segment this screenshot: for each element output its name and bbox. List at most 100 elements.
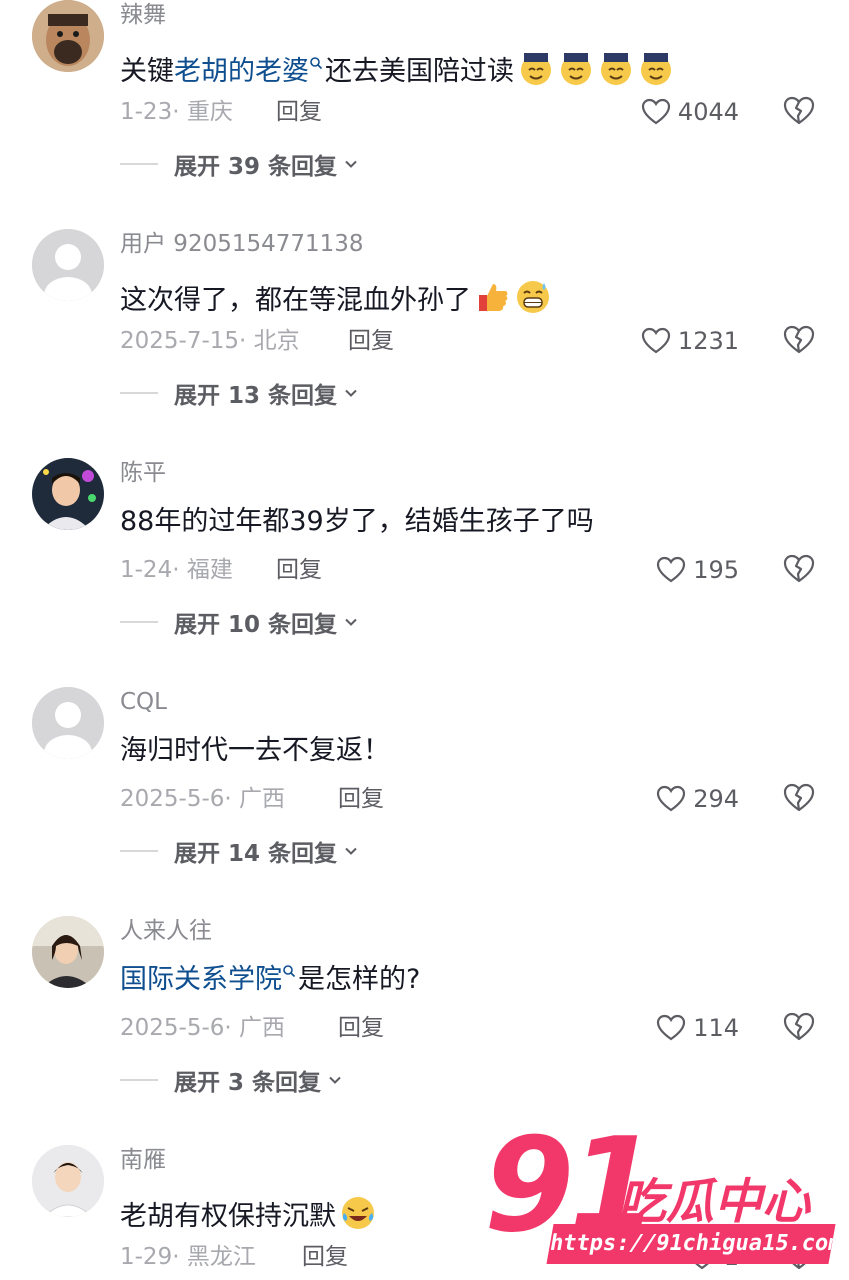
- username[interactable]: CQL: [120, 687, 167, 717]
- comment-text-prefix: 关键: [120, 56, 174, 87]
- expand-replies-button[interactable]: 展开 10 条回复: [120, 606, 359, 638]
- expand-replies-button[interactable]: 展开 13 条回复: [120, 377, 359, 409]
- reply-button[interactable]: 回复: [302, 1241, 348, 1273]
- student-face-emoji: [518, 50, 554, 86]
- avatar[interactable]: [32, 0, 104, 72]
- chevron-down-icon: [345, 389, 357, 397]
- avatar[interactable]: [32, 1145, 104, 1217]
- like-button[interactable]: 294: [655, 781, 739, 817]
- comment-text: 海归时代一去不复返！: [120, 731, 390, 771]
- divider-dash: [120, 392, 158, 394]
- comment-meta: 1-29· 黑龙江: [120, 1241, 256, 1273]
- comment-location: 北京: [253, 328, 300, 354]
- divider-dash: [120, 163, 158, 165]
- dislike-button[interactable]: [782, 781, 818, 817]
- comment-location: 广西: [239, 1015, 286, 1041]
- divider-dash: [120, 621, 158, 623]
- username[interactable]: 陈平: [120, 458, 166, 488]
- chevron-down-icon: [329, 1076, 341, 1084]
- student-face-emoji: [638, 50, 674, 86]
- expand-replies-label: 展开 39 条回复: [174, 154, 338, 180]
- comment-location: 黑龙江: [186, 1244, 256, 1270]
- broken-heart-icon: [783, 96, 815, 125]
- watermark-text: 吃瓜中心: [618, 1174, 811, 1230]
- comment-location: 重庆: [186, 99, 233, 125]
- heart-icon: [657, 556, 686, 583]
- reply-button[interactable]: 回复: [348, 325, 394, 357]
- dislike-button[interactable]: [782, 552, 818, 588]
- avatar[interactable]: [32, 916, 104, 988]
- comment-date: 1-23: [120, 99, 173, 125]
- comment-text: 关键老胡的老婆 还去美国陪过读: [120, 44, 674, 92]
- comment-text-prefix: 这次得了，都在等混血外孙了: [120, 285, 471, 316]
- meta-separator: ·: [224, 1015, 240, 1041]
- thumbs-up-emoji: [475, 279, 511, 315]
- meta-separator: ·: [172, 557, 187, 583]
- comment-text: 老胡有权保持沉默: [120, 1189, 376, 1237]
- comment-text-prefix: 老胡有权保持沉默: [120, 1201, 336, 1232]
- reply-button[interactable]: 回复: [338, 1012, 384, 1044]
- avatar[interactable]: [32, 687, 104, 759]
- dislike-button[interactable]: [782, 94, 818, 130]
- student-face-emoji: [598, 50, 634, 86]
- like-button[interactable]: 1231: [640, 323, 739, 359]
- username[interactable]: 辣舞: [120, 0, 166, 30]
- expand-replies-button[interactable]: 展开 14 条回复: [120, 835, 359, 867]
- broken-heart-icon: [783, 1012, 815, 1041]
- expand-replies-button[interactable]: 展开 39 条回复: [120, 148, 359, 180]
- comment-text-suffix: 是怎样的?: [298, 964, 421, 995]
- like-button[interactable]: 114: [655, 1010, 739, 1046]
- like-button[interactable]: 4044: [640, 94, 739, 130]
- username[interactable]: 人来人往: [120, 916, 212, 946]
- comment-text: 这次得了，都在等混血外孙了: [120, 273, 551, 321]
- comment-text: 国际关系学院 是怎样的?: [120, 960, 420, 1000]
- like-count: 4044: [677, 98, 739, 126]
- reply-button[interactable]: 回复: [276, 554, 322, 586]
- avatar[interactable]: [32, 229, 104, 301]
- avatar[interactable]: [32, 458, 104, 530]
- comment-date: 2025-5-6: [120, 1015, 225, 1041]
- username[interactable]: 南雁: [120, 1145, 166, 1175]
- comment-meta: 2025-5-6· 广西: [120, 1012, 285, 1044]
- meta-separator: ·: [172, 1244, 187, 1270]
- like-button[interactable]: 195: [655, 552, 739, 588]
- chevron-down-icon: [345, 160, 357, 168]
- expand-replies-label: 展开 10 条回复: [174, 612, 338, 638]
- heart-icon: [641, 327, 671, 354]
- meta-separator: ·: [224, 786, 240, 812]
- site-watermark: 91 吃瓜中心 https://91chigua15.com: [484, 1120, 849, 1280]
- comment-item: CQL 海归时代一去不复返！ 2025-5-6· 广西 回复 294 展开 14…: [0, 687, 849, 916]
- broken-heart-icon: [783, 783, 815, 812]
- comment-meta: 2025-7-15· 北京: [120, 325, 300, 357]
- expand-replies-label: 展开 14 条回复: [174, 841, 338, 867]
- heart-icon: [641, 98, 671, 125]
- comment-item: 用户 9205154771138 这次得了，都在等混血外孙了 2025-7-15…: [0, 229, 849, 458]
- comment-text: 88年的过年都39岁了，结婚生孩子了吗: [120, 502, 594, 542]
- username[interactable]: 用户 9205154771138: [120, 229, 364, 259]
- like-count: 294: [693, 785, 739, 813]
- search-link[interactable]: 老胡的老婆: [174, 56, 309, 87]
- expand-replies-button[interactable]: 展开 3 条回复: [120, 1064, 343, 1096]
- comment-text-prefix: 88年的过年都39岁了，结婚生孩子了吗: [120, 506, 594, 537]
- expand-replies-label: 展开 3 条回复: [174, 1070, 322, 1096]
- crying-laughing-emoji: [340, 1195, 376, 1231]
- search-link[interactable]: 国际关系学院: [120, 964, 282, 995]
- like-count: 114: [693, 1014, 739, 1042]
- chevron-down-icon: [345, 847, 357, 855]
- meta-separator: ·: [172, 99, 187, 125]
- comment-location: 广西: [239, 786, 286, 812]
- comment-meta: 2025-5-6· 广西: [120, 783, 285, 815]
- comment-item: 陈平 88年的过年都39岁了，结婚生孩子了吗 1-24· 福建 回复 195 展…: [0, 458, 849, 687]
- chevron-down-icon: [345, 618, 357, 626]
- heart-icon: [657, 1014, 686, 1041]
- search-icon: [310, 57, 323, 70]
- like-count: 195: [693, 556, 739, 584]
- dislike-button[interactable]: [782, 323, 818, 359]
- expand-replies-label: 展开 13 条回复: [174, 383, 338, 409]
- comment-date: 2025-7-15: [120, 328, 240, 354]
- reply-button[interactable]: 回复: [276, 96, 322, 128]
- reply-button[interactable]: 回复: [338, 783, 384, 815]
- comment-text-prefix: 海归时代一去不复返！: [120, 735, 390, 766]
- search-icon: [283, 965, 296, 978]
- dislike-button[interactable]: [782, 1010, 818, 1046]
